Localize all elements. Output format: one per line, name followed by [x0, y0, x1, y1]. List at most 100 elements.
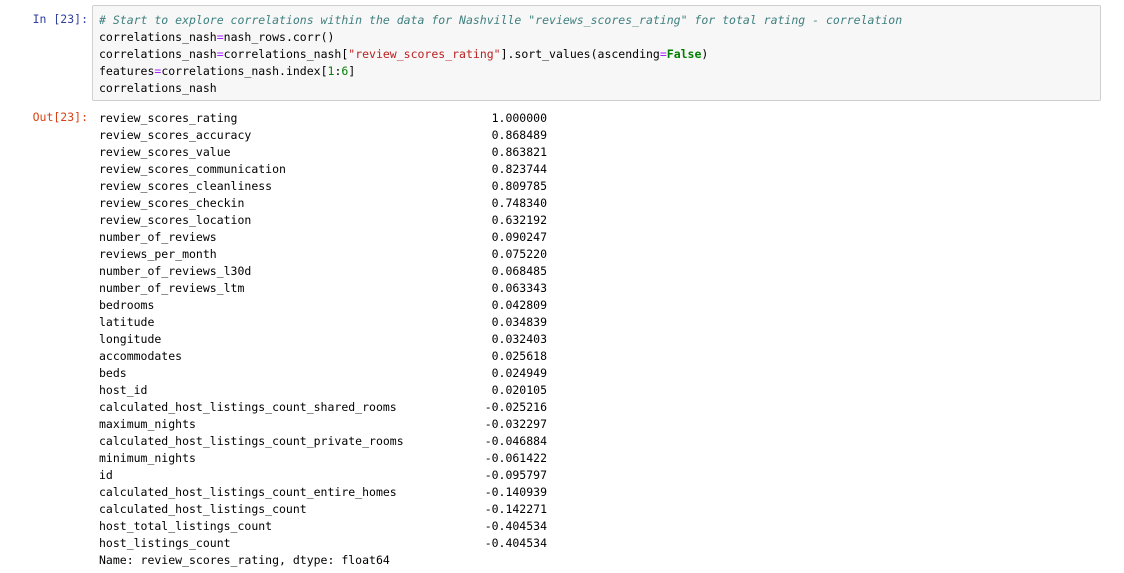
- series-value: -0.142271: [484, 502, 547, 516]
- series-index-label: review_scores_accuracy: [99, 128, 252, 142]
- series-value: -0.404534: [484, 536, 547, 550]
- series-value: 0.632192: [491, 213, 547, 227]
- series-row: calculated_host_listings_count -0.142271: [99, 501, 799, 518]
- series-row: host_total_listings_count -0.404534: [99, 518, 799, 535]
- series-row: calculated_host_listings_count_shared_ro…: [99, 399, 799, 416]
- series-row: beds 0.024949: [99, 365, 799, 382]
- series-row: review_scores_value 0.863821: [99, 144, 799, 161]
- series-row: number_of_reviews_l30d 0.068485: [99, 263, 799, 280]
- series-index-label: number_of_reviews_ltm: [99, 281, 245, 295]
- code-token: ]: [348, 64, 356, 78]
- series-row: host_id 0.020105: [99, 382, 799, 399]
- code-token: correlations_nash.index[: [161, 64, 328, 78]
- code-token: correlations_nash[: [223, 47, 349, 61]
- series-value: -0.095797: [484, 468, 547, 482]
- code-token: ): [701, 47, 709, 61]
- series-index-label: bedrooms: [99, 298, 155, 312]
- series-value: 0.025618: [491, 349, 547, 363]
- series-row: reviews_per_month 0.075220: [99, 246, 799, 263]
- series-row: accommodates 0.025618: [99, 348, 799, 365]
- code-token: =: [659, 47, 667, 61]
- series-row: review_scores_accuracy 0.868489: [99, 127, 799, 144]
- series-index-label: number_of_reviews: [99, 230, 217, 244]
- series-value: 0.075220: [491, 247, 547, 261]
- series-row: review_scores_checkin 0.748340: [99, 195, 799, 212]
- series-index-label: minimum_nights: [99, 451, 196, 465]
- series-index-label: calculated_host_listings_count_entire_ho…: [99, 485, 397, 499]
- series-value: 0.042809: [491, 298, 547, 312]
- code-token: correlations_nash: [99, 30, 217, 44]
- series-value: -0.032297: [484, 417, 547, 431]
- series-index-label: review_scores_cleanliness: [99, 179, 273, 193]
- series-row: longitude 0.032403: [99, 331, 799, 348]
- series-value: 0.020105: [491, 383, 547, 397]
- code-line: features=correlations_nash.index[1:6]: [99, 63, 1094, 80]
- series-row: number_of_reviews 0.090247: [99, 229, 799, 246]
- series-value: 0.032403: [491, 332, 547, 346]
- series-index-label: calculated_host_listings_count_shared_ro…: [99, 400, 397, 414]
- series-index-label: calculated_host_listings_count: [99, 502, 307, 516]
- series-index-label: latitude: [99, 315, 155, 329]
- series-value: 0.863821: [491, 145, 547, 159]
- series-row: review_scores_communication 0.823744: [99, 161, 799, 178]
- code-token: =: [216, 30, 224, 44]
- code-token: False: [666, 47, 702, 61]
- series-index-label: id: [99, 468, 113, 482]
- series-value: -0.061422: [484, 451, 547, 465]
- code-token: features: [99, 64, 155, 78]
- series-value: 0.024949: [491, 366, 547, 380]
- series-index-label: reviews_per_month: [99, 247, 217, 261]
- code-token: correlations_nash: [99, 81, 217, 95]
- code-line: correlations_nash=correlations_nash["rev…: [99, 46, 1094, 63]
- series-index-label: review_scores_rating: [99, 111, 238, 125]
- code-token: # Start to explore correlations within t…: [99, 13, 903, 27]
- code-line: correlations_nash: [99, 80, 1094, 97]
- series-index-label: review_scores_communication: [99, 162, 286, 176]
- series-row: bedrooms 0.042809: [99, 297, 799, 314]
- code-token: nash_rows.corr(): [223, 30, 335, 44]
- series-index-label: host_listings_count: [99, 536, 231, 550]
- input-prompt: In [23]:: [32, 12, 88, 26]
- code-token: "review_scores_rating": [348, 47, 501, 61]
- output-area: review_scores_rating 1.000000 review_score…: [99, 110, 799, 569]
- series-value: -0.140939: [484, 485, 547, 499]
- series-value: 1.000000: [491, 111, 547, 125]
- series-value: 0.868489: [491, 128, 547, 142]
- code-editor[interactable]: # Start to explore correlations within t…: [92, 5, 1101, 101]
- series-index-label: review_scores_location: [99, 213, 252, 227]
- series-row: review_scores_rating 1.000000: [99, 110, 799, 127]
- series-row: maximum_nights -0.032297: [99, 416, 799, 433]
- series-row: latitude 0.034839: [99, 314, 799, 331]
- series-index-label: review_scores_value: [99, 145, 231, 159]
- series-value: 0.823744: [491, 162, 547, 176]
- series-row: review_scores_cleanliness 0.809785: [99, 178, 799, 195]
- series-row: minimum_nights -0.061422: [99, 450, 799, 467]
- series-index-label: calculated_host_listings_count_private_r…: [99, 434, 404, 448]
- output-prompt: Out[23]:: [32, 110, 88, 124]
- series-index-label: maximum_nights: [99, 417, 196, 431]
- series-index-label: number_of_reviews_l30d: [99, 264, 252, 278]
- series-row: id -0.095797: [99, 467, 799, 484]
- series-index-label: review_scores_checkin: [99, 196, 245, 210]
- series-value: 0.748340: [491, 196, 547, 210]
- series-value: -0.046884: [484, 434, 547, 448]
- series-index-label: accommodates: [99, 349, 183, 363]
- code-line: correlations_nash=nash_rows.corr(): [99, 29, 1094, 46]
- code-line: # Start to explore correlations within t…: [99, 12, 1094, 29]
- series-row: review_scores_location 0.632192: [99, 212, 799, 229]
- series-index-label: host_total_listings_count: [99, 519, 273, 533]
- series-index-label: beds: [99, 366, 127, 380]
- series-value: 0.809785: [491, 179, 547, 193]
- series-index-label: longitude: [99, 332, 162, 346]
- code-token: correlations_nash: [99, 47, 217, 61]
- series-value: 0.068485: [491, 264, 547, 278]
- series-value: 0.063343: [491, 281, 547, 295]
- code-token: =: [216, 47, 224, 61]
- series-footer: Name: review_scores_rating, dtype: float…: [99, 553, 390, 567]
- series-row: calculated_host_listings_count_entire_ho…: [99, 484, 799, 501]
- series-index-label: host_id: [99, 383, 148, 397]
- code-token: ].sort_values(ascending: [500, 47, 660, 61]
- series-row: calculated_host_listings_count_private_r…: [99, 433, 799, 450]
- series-value: 0.034839: [491, 315, 547, 329]
- series-value: -0.025216: [484, 400, 547, 414]
